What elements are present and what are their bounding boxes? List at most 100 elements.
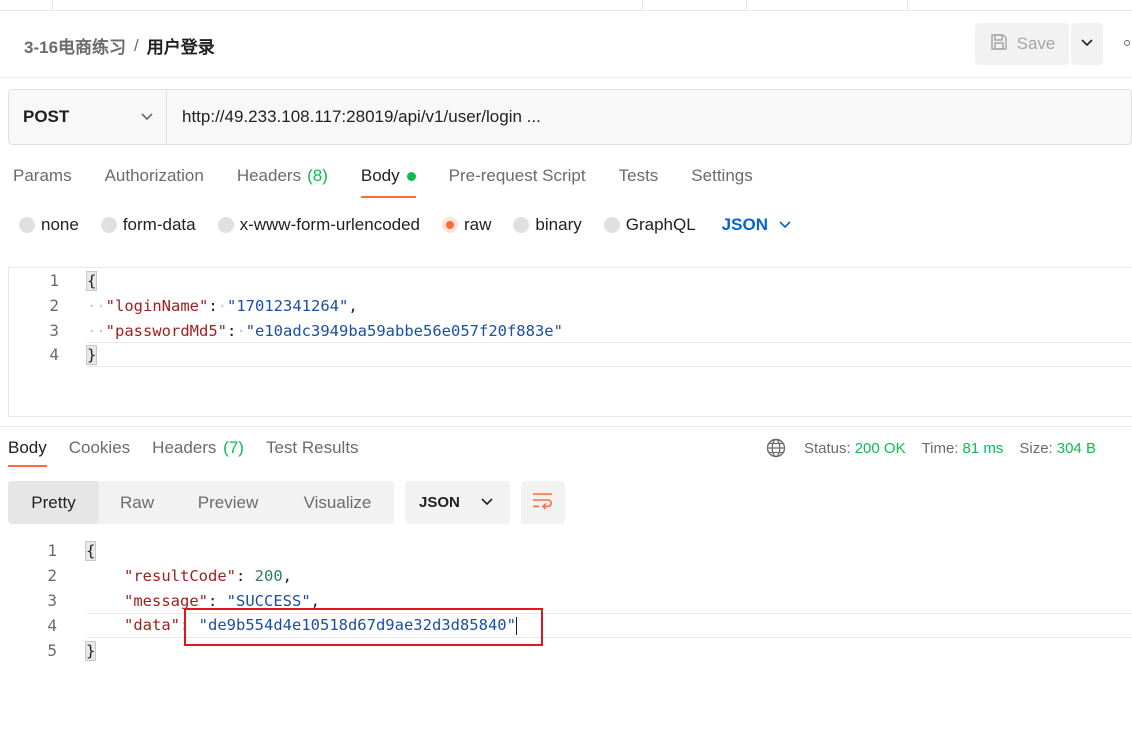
raw-format-select[interactable]: JSON [722,215,792,235]
radio-button[interactable] [442,217,459,233]
view-tab-visualize[interactable]: Visualize [281,481,394,524]
json-key: "passwordMd5" [105,321,227,340]
request-tabs: Params Authorization Headers (8) Body Pre… [13,166,786,198]
response-format-select[interactable]: JSON [405,481,510,524]
json-key: "loginName" [105,296,209,315]
tab-body[interactable]: Body [360,166,416,198]
json-key: "resultCode" [124,566,236,585]
code-line: 4 } [9,342,1132,367]
radio-button[interactable] [217,217,234,233]
tab-tests[interactable]: Tests [619,166,659,198]
method-select[interactable]: POST [9,90,167,144]
response-body-viewer[interactable]: 1 { 2 "resultCode": 200, 3 "message": "S… [0,538,1132,668]
url-input[interactable]: http://49.233.108.117:28019/api/v1/user/… [167,90,541,144]
open-brace: { [84,540,97,561]
tab-cookies[interactable]: Cookies [69,438,130,467]
tab-label: Body [360,166,400,185]
view-tab-label: Raw [119,492,154,512]
wrap-lines-button[interactable] [521,481,565,524]
time-label: Time: [921,439,959,457]
line-number: 4 [49,345,59,364]
code-line: 3 ··"passwordMd5":·"e10adc3949ba59abbe56… [9,318,1132,343]
radio-label: none [41,215,79,234]
radio-binary[interactable]: binary [513,215,582,235]
more-icon[interactable] [1124,40,1130,46]
code-line: 2 ··"loginName":·"17012341264", [9,293,1132,318]
save-button[interactable]: Save [975,23,1069,65]
radio-label: GraphQL [625,215,696,234]
breadcrumb-collection[interactable]: 3-16电商练习 [24,33,126,58]
radio-graphql[interactable]: GraphQL [603,215,696,235]
tab-test-results[interactable]: Test Results [266,438,359,467]
radio-none[interactable]: none [19,215,79,235]
view-tab-pretty[interactable]: Pretty [8,481,99,524]
code-line: 3 "message": "SUCCESS", [0,588,1132,613]
body-type-selector: none form-data x-www-form-urlencoded raw… [19,215,792,235]
radio-label: x-www-form-urlencoded [239,215,421,234]
url-bar: POST http://49.233.108.117:28019/api/v1/… [8,89,1132,145]
view-tab-preview[interactable]: Preview [175,481,281,524]
time-value: 81 ms [962,439,1004,457]
globe-icon[interactable] [766,438,786,458]
whitespace-marker: · [217,296,228,315]
chevron-down-icon [778,215,792,235]
whitespace-marker: ·· [87,321,106,340]
radio-button[interactable] [100,217,117,233]
radio-raw[interactable]: raw [442,215,491,235]
request-body-editor[interactable]: 1 { 2 ··"loginName":·"17012341264", 3 ··… [8,267,1132,417]
raw-format-label: JSON [721,215,768,234]
tab-label: Headers [152,438,217,457]
chevron-down-icon [1080,35,1094,53]
tab-label: Body [8,438,47,457]
tab-separator [907,0,908,11]
radio-label: raw [464,215,492,234]
code-line: 1 { [0,538,1132,563]
radio-x-www-form-urlencoded[interactable]: x-www-form-urlencoded [217,215,421,235]
divider [0,426,1132,427]
line-number: 1 [49,271,59,290]
json-key: "message" [124,591,208,610]
headers-count: (7) [223,438,244,457]
view-tab-raw[interactable]: Raw [99,481,175,524]
breadcrumb-request[interactable]: 用户登录 [147,33,215,58]
divider [0,77,1132,78]
open-brace: { [85,270,98,291]
json-value: "SUCCESS" [226,591,311,610]
tab-params[interactable]: Params [13,166,72,198]
tab-label: Pre-request Script [448,166,586,185]
tab-label: Authorization [104,166,204,185]
tab-label: Cookies [68,438,131,457]
line-number: 1 [47,541,57,560]
tab-headers[interactable]: Headers (8) [237,166,328,198]
status-value: 200 OK [854,439,906,457]
tab-response-body[interactable]: Body [8,438,47,467]
json-value: 200 [254,566,283,585]
size-value: 304 B [1056,439,1096,457]
tab-settings[interactable]: Settings [691,166,752,198]
tab-authorization[interactable]: Authorization [105,166,204,198]
radio-button[interactable] [513,217,530,233]
whitespace-marker: · [236,321,246,340]
tab-label: Test Results [265,438,359,457]
save-options-button[interactable] [1071,23,1103,65]
tab-label: Tests [618,166,659,185]
tab-separator [746,0,747,11]
tab-label: Params [13,166,72,185]
radio-form-data[interactable]: form-data [100,215,196,235]
radio-label: binary [535,215,582,234]
radio-button[interactable] [19,217,35,233]
view-tab-label: Pretty [31,492,76,512]
response-format-label: JSON [419,494,460,511]
size-label: Size: [1019,439,1053,457]
line-number: 3 [47,591,57,610]
breadcrumb: 3-16电商练习 / 用户登录 [24,33,215,58]
tab-pre-request-script[interactable]: Pre-request Script [449,166,586,198]
tab-response-headers[interactable]: Headers (7) [152,438,244,467]
line-number: 2 [49,296,59,315]
status-label: Status: [804,439,851,457]
response-view-tabs: Pretty Raw Preview Visualize [8,481,394,524]
radio-button[interactable] [603,217,620,233]
save-icon [989,32,1009,57]
code-line: 5 } [0,638,1132,663]
code-line: 2 "resultCode": 200, [0,563,1132,588]
